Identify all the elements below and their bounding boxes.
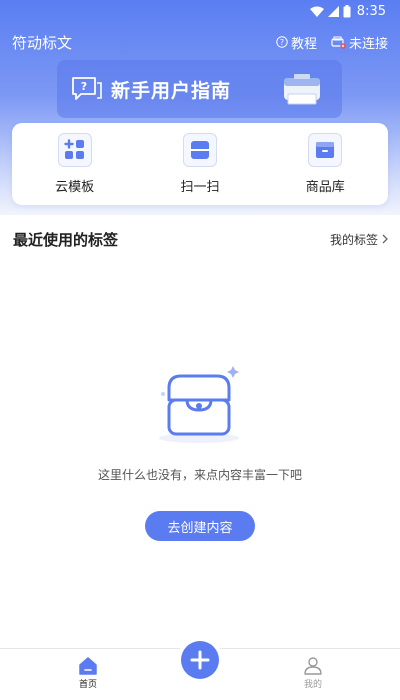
user-icon: [304, 657, 322, 675]
tutorial-label: 教程: [290, 36, 317, 52]
empty-inbox-icon: [159, 366, 239, 443]
app-header: 符动标文 ? 教程 未连接: [0, 28, 400, 56]
plus-icon: [190, 650, 210, 670]
status-time: 8:35: [356, 3, 386, 19]
status-icons: [309, 4, 351, 18]
tab-mine[interactable]: 我的: [293, 657, 333, 690]
add-button[interactable]: [181, 641, 219, 679]
chat-bubble-icon: ?: [72, 77, 102, 100]
app-title: 符动标文: [12, 33, 73, 52]
product-box-icon: [308, 133, 343, 167]
quick-actions-card: 云模板 扫一扫 商品库: [12, 123, 388, 205]
signal-icon: [327, 5, 339, 17]
label-printer-icon: [284, 74, 320, 105]
tab-home[interactable]: 首页: [68, 657, 108, 690]
recent-tags-title: 最近使用的标签: [13, 230, 119, 249]
create-content-button[interactable]: 去创建内容: [145, 511, 255, 541]
cloud-template-label: 云模板: [55, 180, 95, 195]
empty-state: 这里什么也没有，来点内容丰富一下吧 去创建内容: [0, 360, 400, 541]
banner-title: 新手用户指南: [111, 79, 232, 102]
my-tags-label: 我的标签: [329, 232, 378, 247]
battery-icon: [343, 4, 351, 17]
scan-button[interactable]: 扫一扫: [150, 133, 250, 195]
empty-message: 这里什么也没有，来点内容丰富一下吧: [97, 468, 302, 482]
cloud-template-button[interactable]: 云模板: [25, 133, 125, 195]
printer-disconnected-icon: [331, 36, 346, 49]
chevron-right-icon: [382, 234, 388, 244]
question-circle-icon: ?: [276, 36, 288, 48]
product-library-label: 商品库: [305, 180, 345, 195]
connection-status-label: 未连接: [348, 36, 388, 52]
scan-icon: [182, 133, 217, 167]
my-tags-link[interactable]: 我的标签: [330, 231, 388, 248]
status-bar: 8:35: [0, 0, 400, 22]
product-library-button[interactable]: 商品库: [275, 133, 375, 195]
tab-home-label: 首页: [78, 680, 97, 690]
bubble-question-mark: ?: [81, 80, 87, 93]
tab-mine-label: 我的: [303, 680, 322, 690]
svg-text:?: ?: [280, 38, 284, 47]
wifi-icon: [309, 6, 324, 17]
recent-tags-header: 最近使用的标签 我的标签: [0, 226, 400, 252]
connection-button[interactable]: 未连接: [331, 33, 388, 52]
beginner-guide-banner[interactable]: ? 新手用户指南: [57, 60, 342, 118]
scan-label: 扫一扫: [180, 180, 220, 195]
tutorial-button[interactable]: ? 教程: [276, 33, 317, 52]
grid-plus-icon: [57, 133, 92, 167]
home-icon: [79, 657, 97, 675]
